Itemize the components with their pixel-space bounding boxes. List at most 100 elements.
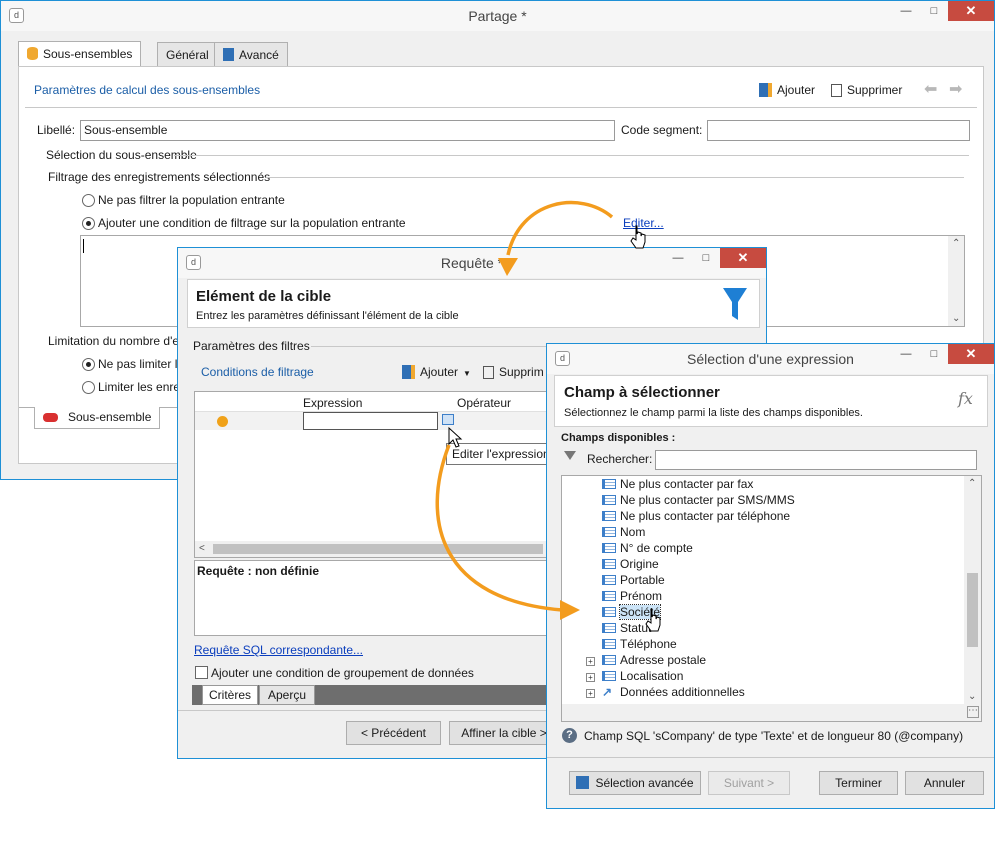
tab-criteres[interactable]: Critères — [202, 685, 259, 705]
group-checkbox[interactable] — [195, 666, 208, 679]
group-item[interactable]: ↗ Données additionnelles — [602, 685, 745, 701]
expand-icon[interactable]: + — [586, 689, 595, 698]
partage-titlebar[interactable]: d Partage * — □ ✕ — [1, 1, 994, 31]
text-cursor — [83, 239, 84, 253]
conditions-grid: Expression Opérateur < — [194, 391, 554, 558]
available-fields-label: Champs disponibles : — [561, 432, 676, 444]
scroll-down-icon[interactable]: ⌄ — [952, 313, 960, 324]
col-operator: Opérateur — [457, 396, 512, 410]
maximize-button[interactable]: □ — [920, 344, 948, 364]
expand-icon[interactable]: + — [586, 673, 595, 682]
minimize-button[interactable]: — — [892, 1, 920, 21]
selection-icon — [576, 776, 590, 789]
field-item[interactable]: Ne plus contacter par téléphone — [602, 509, 790, 525]
libelle-input[interactable]: Sous-ensemble — [80, 120, 615, 141]
add-icon — [759, 83, 772, 97]
field-label: Prénom — [620, 589, 663, 603]
search-input[interactable] — [655, 450, 977, 470]
grid-row[interactable] — [195, 412, 553, 430]
condition-scrollbar[interactable]: ⌃ ⌄ — [948, 236, 964, 326]
search-label: Rechercher: — [587, 452, 653, 466]
close-button[interactable]: ✕ — [948, 344, 994, 364]
tab-apercu[interactable]: Aperçu — [259, 685, 316, 705]
radio-add-condition[interactable] — [82, 217, 95, 230]
expand-icon[interactable]: + — [586, 657, 595, 666]
advanced-selection-button[interactable]: Sélection avancée — [569, 771, 701, 795]
add-button[interactable]: Ajouter ▼ — [402, 365, 471, 379]
field-item[interactable]: Origine — [602, 557, 659, 573]
add-button[interactable]: Ajouter — [759, 83, 815, 97]
delete-label: Supprim — [499, 365, 544, 379]
field-item[interactable]: Prénom — [602, 589, 662, 605]
requete-titlebar[interactable]: d Requête * — □ ✕ — [178, 248, 766, 278]
group-item[interactable]: Localisation — [602, 669, 683, 685]
finish-button[interactable]: Terminer — [819, 771, 898, 795]
tab-label: Sous-ensemble — [68, 410, 152, 424]
section-header: Paramètres de calcul des sous-ensembles — [34, 83, 261, 97]
field-item-selected[interactable]: Société — [602, 604, 662, 621]
radio-no-filter[interactable] — [82, 194, 95, 207]
radio-no-limit-label: Ne pas limiter le — [98, 357, 185, 371]
maximize-button[interactable]: □ — [920, 1, 948, 21]
cancel-button[interactable]: Annuler — [905, 771, 984, 795]
requete-heading: Elément de la cible — [196, 288, 332, 305]
field-item[interactable]: Ne plus contacter par SMS/MMS — [602, 493, 795, 509]
radio-limit[interactable] — [82, 381, 95, 394]
radio-no-limit[interactable] — [82, 358, 95, 371]
scroll-up-icon[interactable]: ⌃ — [952, 238, 960, 249]
scroll-up-icon[interactable]: ⌃ — [968, 478, 976, 489]
field-label: Ne plus contacter par téléphone — [620, 509, 791, 523]
maximize-button[interactable]: □ — [692, 248, 720, 268]
scroll-down-icon[interactable]: ⌄ — [968, 691, 976, 702]
tab-general[interactable]: Général — [157, 42, 218, 66]
group-item[interactable]: Adresse postale — [602, 653, 706, 669]
field-label: Téléphone — [620, 637, 677, 651]
code-segment-input[interactable] — [707, 120, 970, 141]
field-item[interactable]: Statut — [602, 621, 651, 637]
delete-button[interactable]: Supprimer — [831, 83, 902, 97]
tab-avance[interactable]: Avancé — [214, 42, 288, 66]
selection-subheading: Sélectionnez le champ parmi la liste des… — [564, 407, 863, 419]
filter-funnel-icon — [564, 451, 576, 460]
chevron-down-icon[interactable]: ▼ — [463, 369, 471, 378]
scroll-thumb[interactable] — [967, 573, 978, 647]
tree-scrollbar[interactable]: ⌃ ⌄ — [964, 476, 981, 704]
delete-button[interactable]: Supprim — [483, 365, 544, 379]
advanced-selection-label: Sélection avancée — [595, 776, 694, 790]
field-icon — [602, 607, 616, 617]
scroll-thumb[interactable] — [213, 544, 543, 554]
previous-button[interactable]: < Précédent — [346, 721, 441, 745]
selection-heading: Champ à sélectionner — [564, 384, 720, 401]
selection-titlebar[interactable]: d Sélection d'une expression — □ ✕ — [547, 344, 994, 374]
refine-target-button[interactable]: Affiner la cible > — [449, 721, 559, 745]
requete-subheading: Entrez les paramètres définissant l'élém… — [196, 310, 459, 322]
close-button[interactable]: ✕ — [948, 1, 994, 21]
trash-icon — [483, 366, 494, 379]
edit-expression-icon[interactable] — [442, 414, 454, 425]
field-item[interactable]: N° de compte — [602, 541, 693, 557]
arrow-right-icon[interactable]: ➡ — [949, 79, 962, 99]
next-button[interactable]: Suivant > — [708, 771, 790, 795]
filter-group-label: Filtrage des enregistrements sélectionné… — [48, 170, 271, 184]
libelle-label: Libellé: — [37, 123, 76, 137]
field-item[interactable]: Nom — [602, 525, 645, 541]
sql-link[interactable]: Requête SQL correspondante... — [194, 643, 363, 657]
scroll-left-icon[interactable]: < — [199, 543, 205, 554]
minimize-button[interactable]: — — [892, 344, 920, 364]
tab-label: Avancé — [239, 48, 279, 62]
edit-link[interactable]: Editer... — [623, 216, 664, 230]
add-label: Ajouter — [777, 83, 816, 97]
field-icon — [602, 495, 616, 505]
tab-sous-ensembles[interactable]: Sous-ensembles — [18, 41, 142, 67]
arrow-left-icon[interactable]: ⬅ — [924, 79, 937, 99]
close-button[interactable]: ✕ — [720, 248, 766, 268]
grid-hscrollbar[interactable]: < — [195, 541, 553, 557]
tab-sous-ensemble-bottom[interactable]: Sous-ensemble — [34, 407, 161, 429]
radio-limit-label: Limiter les enreg — [98, 380, 187, 394]
minimize-button[interactable]: — — [664, 248, 692, 268]
field-item[interactable]: Portable — [602, 573, 665, 589]
more-icon[interactable]: ⋯ — [967, 706, 979, 718]
expression-input[interactable] — [303, 412, 438, 430]
field-item[interactable]: Ne plus contacter par fax — [602, 477, 753, 493]
field-item[interactable]: Téléphone — [602, 637, 677, 653]
